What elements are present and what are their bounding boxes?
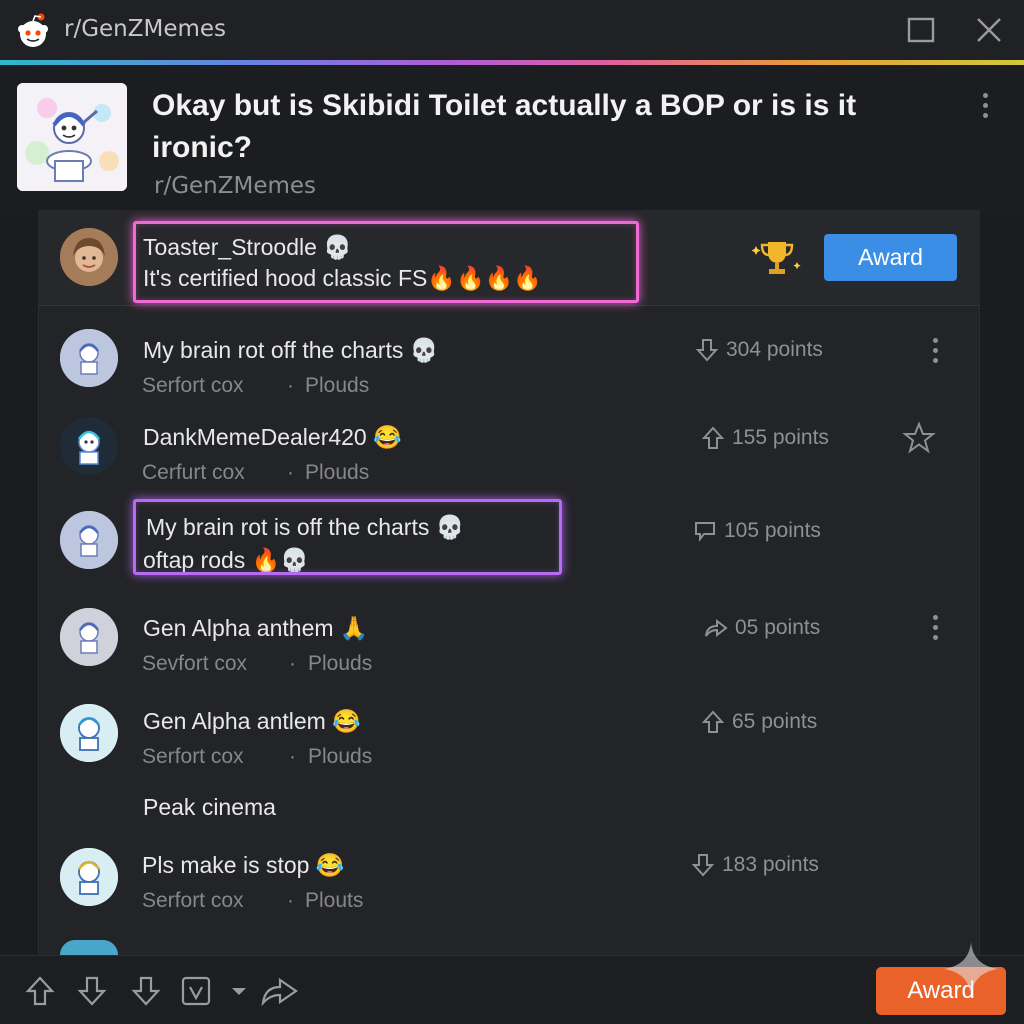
comment-subreddit[interactable]: Plouds — [308, 745, 372, 769]
comment-title[interactable]: Gen Alpha anthem 🙏 — [143, 615, 369, 642]
chevron-down-icon[interactable] — [226, 975, 252, 1007]
highlight-frame — [133, 499, 562, 575]
share-icon[interactable] — [260, 975, 300, 1007]
post-title[interactable]: Okay but is Skibidi Toilet actually a BO… — [152, 85, 872, 169]
skibidi-toilet-image — [17, 83, 127, 191]
post-header: Okay but is Skibidi Toilet actually a BO… — [0, 65, 1024, 210]
close-icon[interactable] — [973, 14, 1005, 46]
downvote-icon[interactable] — [694, 337, 720, 363]
reddit-logo-icon — [18, 13, 48, 47]
downvote-icon[interactable] — [130, 975, 162, 1007]
trophy-icon — [752, 242, 801, 274]
star-icon[interactable] — [902, 421, 936, 455]
avatar — [60, 940, 118, 955]
comment-author[interactable]: Sevfort cox — [142, 652, 247, 676]
comment-more-options-icon[interactable] — [930, 615, 940, 645]
avatar[interactable] — [60, 608, 118, 666]
avatar[interactable] — [60, 228, 118, 286]
comment-title[interactable]: Gen Alpha antlem 😂 — [143, 708, 361, 735]
comment-icon[interactable] — [692, 518, 718, 544]
points-label: 304 points — [726, 338, 823, 361]
comment-score: 183 points — [690, 852, 819, 878]
points-label: 155 points — [732, 426, 829, 449]
sparkle-icon — [944, 942, 998, 996]
comments-panel — [38, 210, 980, 955]
points-label: 183 points — [722, 853, 819, 876]
comment-author[interactable]: Serfort cox — [142, 889, 244, 913]
meta-separator: · — [287, 889, 294, 912]
upvote-icon[interactable] — [700, 425, 726, 451]
comment-score: 105 points — [692, 518, 821, 544]
comment-title[interactable]: My brain rot off the charts 💀 — [143, 337, 438, 364]
comment-text: Peak cinema — [143, 794, 276, 820]
comment-score: 65 points — [700, 709, 817, 735]
window-title: r/GenZMemes — [64, 16, 227, 42]
comment-score: 05 points — [703, 615, 820, 641]
highlight-frame — [133, 221, 639, 303]
avatar[interactable] — [60, 511, 118, 569]
points-label: 65 points — [732, 710, 818, 733]
comment-more-options-icon[interactable] — [930, 338, 940, 368]
comment-author[interactable]: Serfort cox — [142, 374, 244, 398]
points-label: 105 points — [724, 519, 821, 542]
meta-separator: · — [287, 374, 294, 397]
comment-score: 304 points — [694, 337, 823, 363]
maximize-icon[interactable] — [905, 14, 937, 46]
post-thumbnail[interactable] — [17, 83, 127, 191]
comment-subreddit[interactable]: Plouds — [305, 374, 369, 398]
comment-title[interactable]: Pls make is stop 😂 — [142, 852, 344, 879]
avatar[interactable] — [60, 704, 118, 762]
downvote-icon[interactable] — [76, 975, 108, 1007]
comment-subreddit[interactable]: Plouds — [305, 461, 369, 485]
comment-score: 155 points — [700, 425, 829, 451]
meta-separator: · — [287, 461, 294, 484]
title-bar: r/GenZMemes — [0, 0, 1024, 62]
downvote-icon[interactable] — [690, 852, 716, 878]
checkbox-icon[interactable] — [180, 975, 212, 1007]
avatar[interactable] — [60, 848, 118, 906]
award-button[interactable]: Award — [824, 234, 957, 281]
points-label: 05 points — [735, 616, 821, 639]
comment-title[interactable]: DankMemeDealer420 😂 — [143, 424, 402, 451]
meta-separator: · — [289, 745, 296, 768]
comment-author[interactable]: Cerfurt cox — [142, 461, 245, 485]
comment-subreddit[interactable]: Plouds — [308, 652, 372, 676]
upvote-icon[interactable] — [700, 709, 726, 735]
post-more-options-icon[interactable] — [980, 93, 990, 123]
upvote-icon[interactable] — [24, 975, 56, 1007]
meta-separator: · — [289, 652, 296, 675]
post-subreddit[interactable]: r/GenZMemes — [154, 173, 316, 199]
avatar[interactable] — [60, 417, 118, 475]
share-icon[interactable] — [703, 615, 729, 641]
comment-subreddit[interactable]: Plouts — [305, 889, 363, 913]
avatar[interactable] — [60, 329, 118, 387]
comment-author[interactable]: Serfort cox — [142, 745, 244, 769]
